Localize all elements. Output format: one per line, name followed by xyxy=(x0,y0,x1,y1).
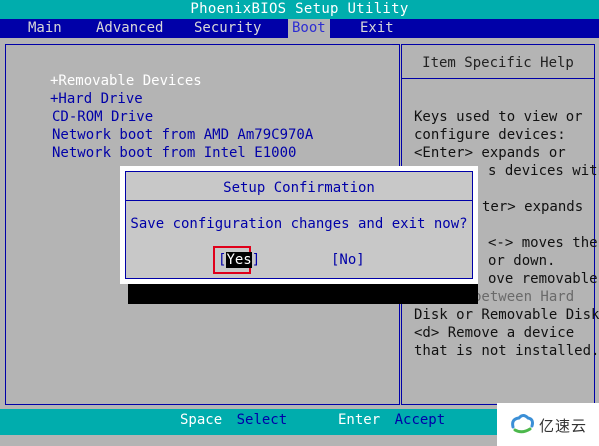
help-title: Item Specific Help xyxy=(402,45,594,79)
yes-label: Yes xyxy=(226,252,252,268)
help-line: that is not installed. xyxy=(414,343,599,359)
menu-bar: Main Advanced Security Boot Exit xyxy=(0,19,599,38)
help-line: ove removable xyxy=(488,271,598,287)
help-line: <Enter> expands or xyxy=(414,145,566,161)
boot-item-network-amd[interactable]: Network boot from AMD Am79C970A xyxy=(52,126,313,144)
key-hint-enter: Enter Accept xyxy=(338,409,445,431)
watermark: 亿速云 xyxy=(497,403,599,446)
app-title: PhoenixBIOS Setup Utility xyxy=(190,1,409,17)
boot-item-hard-drive[interactable]: +Hard Drive xyxy=(50,90,143,108)
title-bar: PhoenixBIOS Setup Utility xyxy=(0,0,599,19)
key-hint-space: Space Select xyxy=(180,409,287,431)
dialog-message: Save configuration changes and exit now? xyxy=(130,216,468,232)
help-line: <d> Remove a device xyxy=(414,325,575,341)
menu-main[interactable]: Main xyxy=(24,19,66,38)
setup-confirmation-dialog: Setup Confirmation Save configuration ch… xyxy=(120,166,478,284)
watermark-text: 亿速云 xyxy=(539,417,588,435)
dialog-title: Setup Confirmation xyxy=(126,172,472,201)
help-line: Keys used to view or xyxy=(414,109,583,125)
boot-item-cdrom[interactable]: CD-ROM Drive xyxy=(52,108,153,126)
help-line: <-> moves the xyxy=(488,235,598,251)
help-line: ter> expands xyxy=(482,199,584,215)
key-action: Accept xyxy=(394,412,446,428)
help-line: or down. xyxy=(488,253,556,269)
dialog-frame: Setup Confirmation Save configuration ch… xyxy=(125,171,473,279)
yes-close-bracket: ] xyxy=(251,252,261,268)
yes-button[interactable]: [Yes] xyxy=(218,252,260,268)
key-name: Space xyxy=(180,412,223,428)
help-line: configure devices: xyxy=(414,127,566,143)
help-line: Disk or Removable Disk xyxy=(414,307,599,323)
boot-item-network-intel[interactable]: Network boot from Intel E1000 xyxy=(52,144,296,162)
no-button[interactable]: [No] xyxy=(331,252,365,268)
menu-security[interactable]: Security xyxy=(190,19,265,38)
menu-exit[interactable]: Exit xyxy=(356,19,398,38)
key-name: Enter xyxy=(338,412,381,428)
dialog-shadow xyxy=(128,282,478,304)
yisu-cloud-logo-icon xyxy=(511,414,534,434)
boot-item-removable-devices[interactable]: +Removable Devices xyxy=(50,72,202,90)
menu-boot[interactable]: Boot xyxy=(288,19,330,38)
key-action: Select xyxy=(236,412,288,428)
menu-advanced[interactable]: Advanced xyxy=(92,19,167,38)
help-line: s devices with xyxy=(488,163,599,179)
